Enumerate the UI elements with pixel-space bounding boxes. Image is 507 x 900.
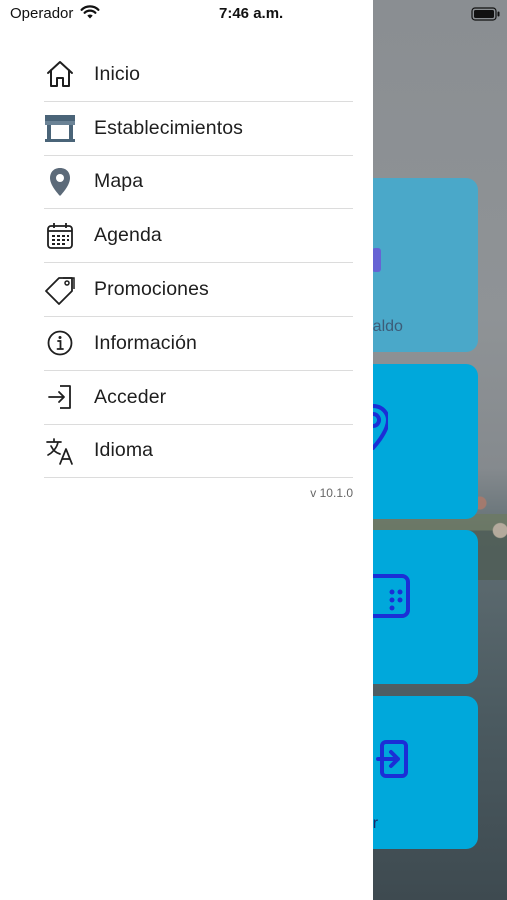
- menu-item-mapa[interactable]: Mapa: [44, 156, 353, 210]
- menu-item-label: Acceder: [94, 385, 167, 408]
- translate-icon: [44, 435, 76, 467]
- tag-icon: [44, 274, 76, 306]
- menu-item-inicio[interactable]: Inicio: [44, 48, 353, 102]
- menu-item-label: Información: [94, 331, 197, 354]
- map-pin-icon: [44, 166, 76, 198]
- menu-item-promociones[interactable]: Promociones: [44, 263, 353, 317]
- login-icon: [44, 381, 76, 413]
- store-icon: [44, 112, 76, 144]
- wifi-icon: [80, 5, 100, 24]
- menu-item-acceder[interactable]: Acceder: [44, 371, 353, 425]
- home-icon: [44, 58, 76, 90]
- calendar-icon: [44, 220, 76, 252]
- menu-item-establecimientos[interactable]: Establecimientos: [44, 102, 353, 156]
- drawer-menu: Inicio Establecimientos Mapa Agenda Prom: [44, 48, 353, 479]
- menu-item-idioma[interactable]: Idioma: [44, 425, 353, 479]
- clock: 7:46 a.m.: [219, 5, 284, 22]
- menu-item-informacion[interactable]: Información: [44, 317, 353, 371]
- menu-item-label: Promociones: [94, 278, 209, 301]
- navigation-drawer: Inicio Establecimientos Mapa Agenda Prom: [0, 0, 373, 900]
- menu-item-label: Inicio: [94, 62, 141, 85]
- carrier-name: Operador: [10, 5, 74, 22]
- battery-icon: [471, 7, 501, 25]
- app-version: v 10.1.0: [310, 486, 353, 500]
- info-icon: [44, 327, 76, 359]
- menu-item-label: Agenda: [94, 224, 162, 247]
- menu-item-label: Mapa: [94, 170, 144, 193]
- menu-item-agenda[interactable]: Agenda: [44, 209, 353, 264]
- status-bar: Operador 7:46 a.m.: [0, 0, 507, 28]
- menu-item-label: Establecimientos: [94, 116, 244, 139]
- menu-item-label: Idioma: [94, 439, 154, 462]
